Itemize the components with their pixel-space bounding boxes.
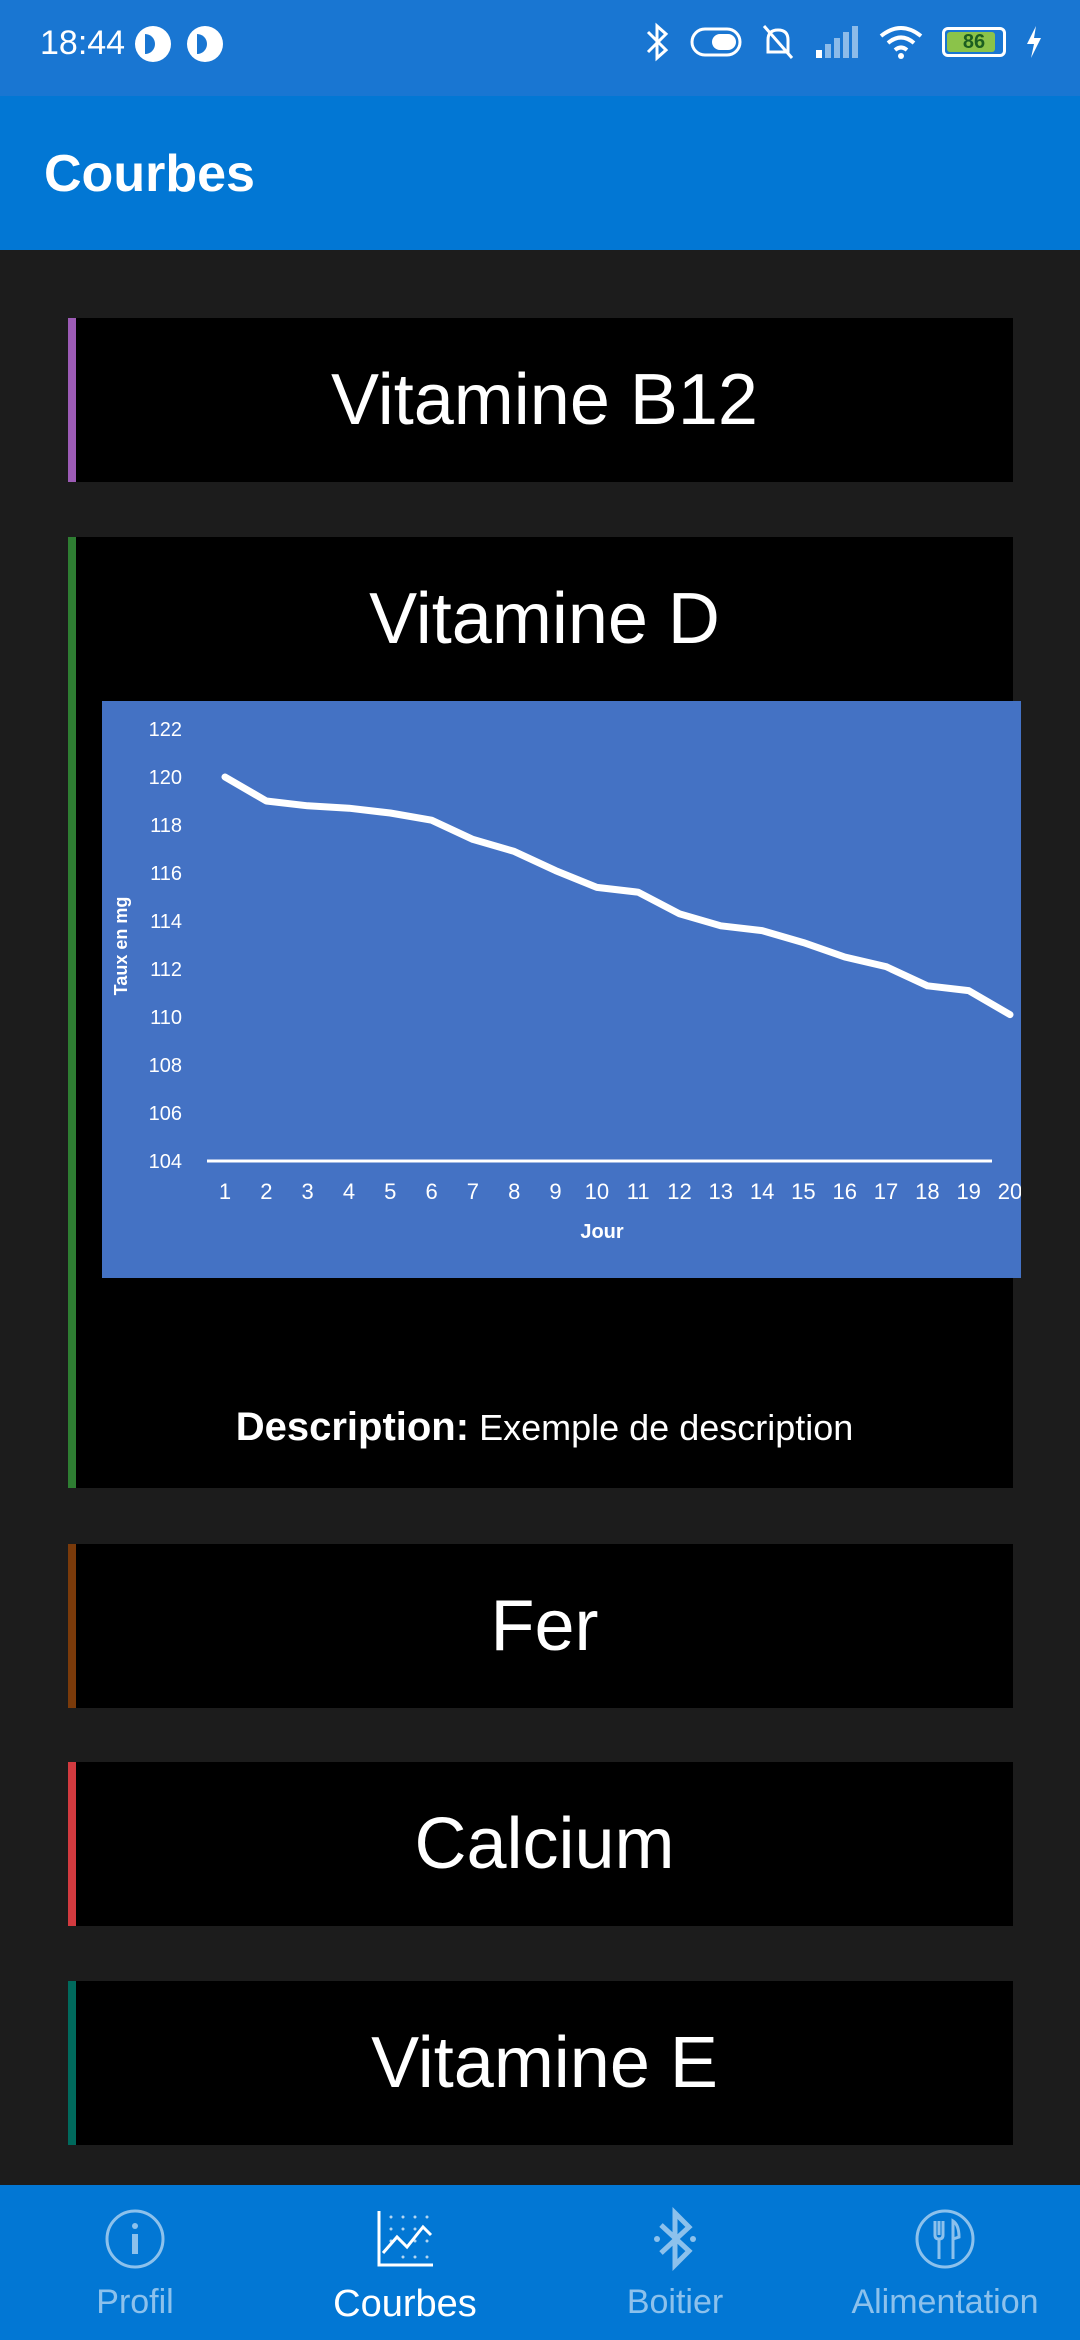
nav-label: Profil (96, 2283, 174, 2321)
x-tick-label: 12 (667, 1179, 691, 1204)
x-axis-title: Jour (580, 1221, 624, 1243)
charging-icon (1027, 26, 1041, 58)
card-title: Fer (490, 1586, 599, 1666)
card-title: Vitamine D (369, 579, 720, 659)
toggle-status-icon (690, 27, 742, 57)
x-tick-label: 4 (343, 1179, 355, 1204)
info-icon (105, 2209, 165, 2269)
card-vitamine-d[interactable]: Vitamine D 104 106 108 110 112 114 116 118 120 12… (68, 537, 1021, 1488)
card-vitamine-e[interactable]: Vitamine E (68, 1981, 1013, 2145)
mute-bell-icon (762, 25, 794, 59)
card-title: Vitamine B12 (331, 360, 758, 440)
nav-label: Boitier (626, 2283, 724, 2321)
data-point (841, 954, 848, 960)
card-fer[interactable]: Fer (68, 1544, 1013, 1708)
x-tick-label: 18 (915, 1179, 939, 1204)
x-tick-label: 19 (956, 1179, 980, 1204)
bottom-navigation: Profil Courbes Boitier Alimentation (0, 2185, 1080, 2340)
data-point (924, 982, 931, 989)
data-point (222, 774, 228, 780)
y-tick-label: 120 (149, 767, 182, 789)
data-point (552, 867, 559, 874)
data-point (717, 922, 724, 929)
x-tick-label: 2 (260, 1179, 272, 1204)
y-axis-title: Taux en mg (111, 897, 131, 996)
page-title: Courbes (44, 145, 255, 203)
app-bar: Courbes (0, 96, 1080, 250)
series-line (221, 773, 1014, 1019)
x-tick-label: 1 (219, 1179, 231, 1204)
card-title: Calcium (414, 1804, 675, 1884)
status-bar: 18:44 86 (0, 0, 1080, 96)
y-tick-label: 116 (150, 863, 182, 885)
x-tick-label: 13 (709, 1179, 733, 1204)
data-point (676, 910, 683, 917)
line-chart: 1041061081101121141161181201221 2 3 4 5 6 7 8 9 1… (111, 719, 1021, 1243)
data-point (635, 889, 642, 896)
y-tick-label: 106 (149, 1103, 182, 1125)
battery-icon: 86 (942, 27, 1006, 57)
x-tick-label: 10 (585, 1179, 609, 1204)
y-tick-label: 112 (150, 959, 182, 981)
card-calcium[interactable]: Calcium (68, 1762, 1013, 1926)
x-tick-label: 20 (998, 1179, 1021, 1204)
data-point (965, 987, 972, 994)
vitamin-d-chart: 104 106 108 110 112 114 116 118 120 122 1 2 3 4 5 6 7 8 9 1… (102, 701, 1021, 1278)
x-tick-label: 16 (832, 1179, 856, 1204)
x-tick-label: 6 (425, 1179, 437, 1204)
card-description: Description: Exemple de description (76, 1405, 1013, 1450)
curves-list[interactable]: Vitamine B12 Vitamine D 104 106 108 110 112 1… (0, 250, 1080, 2185)
data-point (593, 884, 600, 891)
signal-icon (816, 26, 858, 58)
y-tick-label: 104 (149, 1151, 182, 1173)
x-tick-label: 8 (508, 1179, 520, 1204)
data-point (304, 802, 311, 809)
status-time: 18:44 (40, 24, 126, 62)
nav-alimentation[interactable]: Alimentation (810, 2185, 1080, 2340)
nav-courbes[interactable]: Courbes (270, 2185, 540, 2340)
bluetooth-icon (654, 2207, 696, 2271)
data-point (387, 810, 394, 816)
x-tick-label: 11 (627, 1179, 650, 1204)
chart-icon (377, 2211, 433, 2267)
x-tick-label: 17 (874, 1179, 898, 1204)
data-point (800, 939, 807, 946)
battery-level: 86 (962, 31, 986, 53)
data-point (511, 848, 518, 855)
app-notification-icon (135, 26, 171, 62)
nav-boitier[interactable]: Boitier (540, 2185, 810, 2340)
card-title: Vitamine E (371, 2023, 718, 2103)
description-text: Exemple de description (479, 1407, 854, 1448)
nav-label: Courbes (333, 2283, 477, 2325)
y-tick-label: 114 (150, 911, 182, 933)
data-point (1007, 1011, 1013, 1018)
bluetooth-status-icon (646, 22, 669, 62)
card-vitamine-b12[interactable]: Vitamine B12 (68, 318, 1013, 482)
y-tick-label: 110 (150, 1007, 182, 1029)
nav-profil[interactable]: Profil (0, 2185, 270, 2340)
x-tick-label: 9 (549, 1179, 561, 1204)
data-point (345, 805, 352, 812)
data-point (883, 963, 890, 970)
x-tick-label: 7 (467, 1179, 479, 1204)
utensils-icon (915, 2209, 975, 2269)
app-notification-icon (187, 26, 223, 62)
data-point (469, 836, 476, 843)
y-tick-label: 122 (149, 719, 182, 741)
y-tick-label: 108 (149, 1055, 182, 1077)
description-label: Description: (235, 1405, 470, 1449)
y-tick-label: 118 (150, 815, 182, 837)
data-point (263, 798, 270, 804)
x-tick-label: 3 (302, 1179, 314, 1204)
data-point (428, 817, 435, 824)
wifi-icon (879, 26, 923, 59)
x-tick-label: 14 (750, 1179, 774, 1204)
nav-label: Alimentation (851, 2283, 1039, 2321)
x-tick-label: 5 (384, 1179, 396, 1204)
x-tick-label: 15 (791, 1179, 815, 1204)
data-point (759, 927, 766, 934)
